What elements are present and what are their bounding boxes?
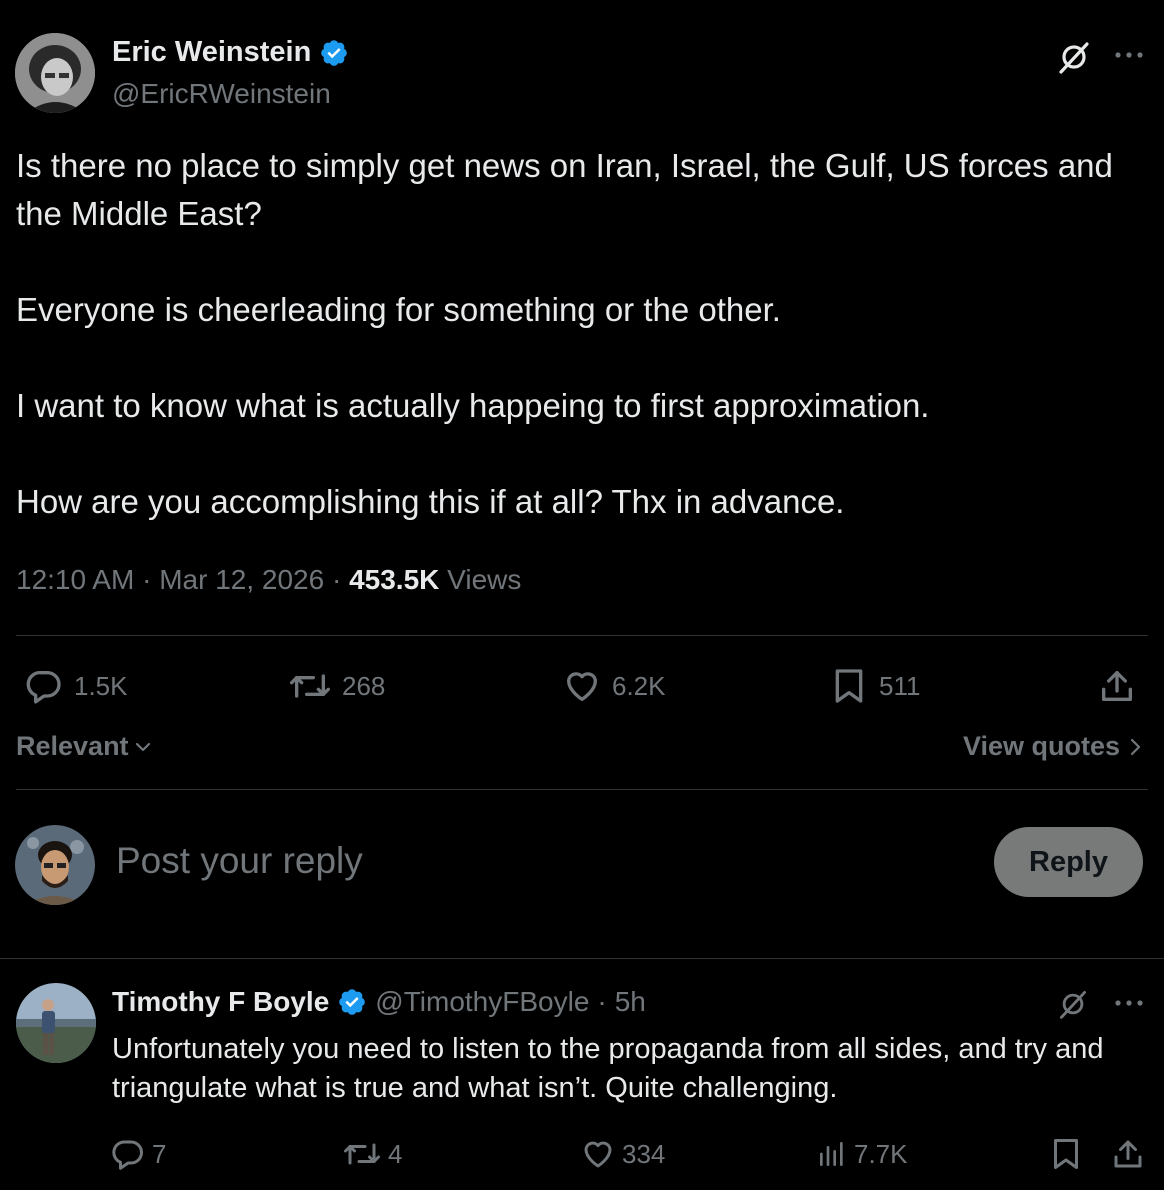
like-icon [562, 666, 602, 706]
sort-dropdown[interactable]: Relevant [16, 731, 153, 762]
post-time[interactable]: 12:10 AM [16, 564, 134, 595]
bookmark-action[interactable]: 511 [829, 666, 920, 706]
verified-badge-icon [337, 987, 367, 1017]
repost-count: 268 [342, 670, 386, 701]
repost-icon [342, 1136, 382, 1172]
share-icon [1110, 1136, 1146, 1172]
sort-label: Relevant [16, 731, 129, 761]
divider [0, 958, 1164, 959]
post-metadata: 12:10 AM · Mar 12, 2026 · 453.5K Views [16, 564, 521, 596]
separator: · [142, 564, 152, 595]
reply-action[interactable]: 1.5K [24, 666, 128, 706]
bookmark-icon [829, 666, 869, 706]
chevron-right-icon [1128, 736, 1142, 758]
reply-button[interactable]: Reply [994, 827, 1143, 897]
repost-action[interactable]: 4 [342, 1136, 402, 1172]
verified-badge-icon [319, 38, 349, 68]
post-paragraph: I want to know what is actually happeing… [16, 387, 930, 424]
views-label: Views [447, 564, 522, 595]
views-count: 7.7K [854, 1138, 908, 1169]
like-action[interactable]: 6.2K [562, 666, 666, 706]
author-handle[interactable]: @EricRWeinstein [112, 78, 331, 110]
grok-icon[interactable] [1056, 39, 1092, 75]
post-paragraph: Is there no place to simply get news on … [16, 147, 1113, 232]
reply-header: Timothy F Boyle @TimothyFBoyle · 5h [112, 986, 646, 1018]
post-date[interactable]: Mar 12, 2026 [159, 564, 324, 595]
bookmark-action[interactable] [1048, 1136, 1084, 1172]
chevron-down-icon [133, 737, 153, 757]
separator: · [331, 564, 342, 595]
more-icon[interactable] [1113, 50, 1145, 60]
repost-count: 4 [388, 1138, 403, 1169]
reply-icon [110, 1136, 146, 1172]
reply-count: 1.5K [74, 670, 128, 701]
more-icon[interactable] [1113, 998, 1145, 1008]
view-quotes-label: View quotes [962, 731, 1120, 761]
like-count: 6.2K [612, 670, 666, 701]
reply-author-name[interactable]: Timothy F Boyle [112, 986, 329, 1018]
my-avatar[interactable] [15, 825, 95, 905]
author-name-row: Eric Weinstein [112, 36, 349, 69]
share-action[interactable] [1097, 666, 1137, 706]
author-avatar[interactable] [15, 33, 95, 113]
reply-author-handle[interactable]: @TimothyFBoyle [375, 986, 589, 1018]
views-action[interactable]: 7.7K [816, 1136, 908, 1172]
like-count: 334 [622, 1138, 666, 1169]
post-paragraph: How are you accomplishing this if at all… [16, 483, 845, 520]
reply-text: Unfortunately you need to listen to the … [112, 1033, 1104, 1104]
bookmark-count: 511 [879, 670, 921, 701]
author-name[interactable]: Eric Weinstein [112, 36, 311, 69]
grok-icon[interactable] [1057, 988, 1089, 1020]
bookmark-icon [1048, 1136, 1084, 1172]
views-icon [816, 1136, 848, 1172]
reply-icon [24, 666, 64, 706]
views-count: 453.5K [349, 564, 440, 595]
reply-count: 7 [152, 1138, 167, 1169]
reply-time[interactable]: 5h [615, 986, 646, 1018]
reply-input[interactable]: Post your reply [116, 840, 363, 882]
like-icon [580, 1136, 616, 1172]
reply-action[interactable]: 7 [110, 1136, 166, 1172]
divider [16, 789, 1148, 790]
post-paragraph: Everyone is cheerleading for something o… [16, 291, 781, 328]
repost-icon [288, 666, 332, 706]
share-action[interactable] [1110, 1136, 1146, 1172]
view-quotes-link[interactable]: View quotes [963, 731, 1142, 762]
like-action[interactable]: 334 [580, 1136, 665, 1172]
reply-author-avatar[interactable] [16, 983, 96, 1063]
divider [16, 635, 1148, 636]
share-icon [1097, 666, 1137, 706]
separator: · [597, 986, 607, 1017]
repost-action[interactable]: 268 [288, 666, 385, 706]
post-body: Is there no place to simply get news on … [16, 142, 1126, 526]
